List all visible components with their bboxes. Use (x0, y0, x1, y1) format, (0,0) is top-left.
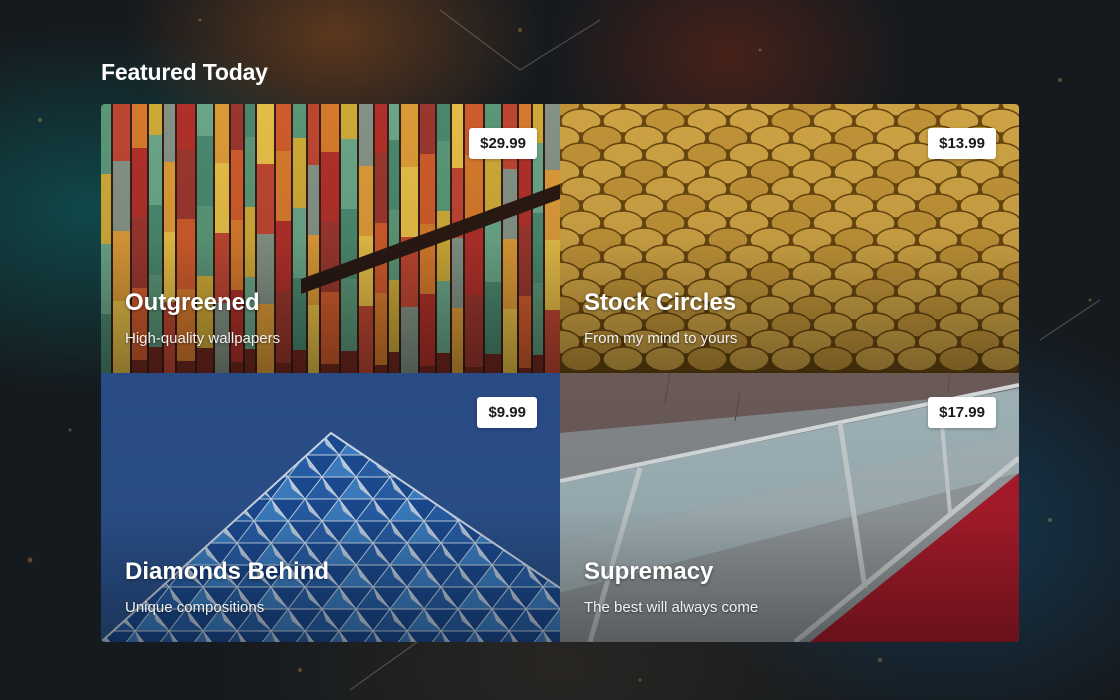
card-subtitle: From my mind to yours (584, 330, 738, 347)
featured-grid: $29.99 Outgreened High-quality wallpaper… (101, 104, 1019, 642)
card-subtitle: High-quality wallpapers (125, 330, 281, 347)
card-title[interactable]: Outgreened (125, 289, 260, 317)
card-title[interactable]: Supremacy (584, 558, 713, 586)
price-badge: $29.99 (469, 128, 537, 159)
price-badge: $9.99 (477, 397, 537, 428)
card-subtitle: The best will always come (584, 599, 759, 616)
featured-card-stock-circles[interactable]: $13.99 Stock Circles From my mind to you… (560, 104, 1019, 373)
price-badge: $13.99 (928, 128, 996, 159)
page-title: Featured Today (101, 59, 268, 85)
card-subtitle: Unique compositions (125, 599, 265, 616)
featured-card-outgreened[interactable]: $29.99 Outgreened High-quality wallpaper… (101, 104, 560, 373)
featured-card-supremacy[interactable]: $17.99 Supremacy The best will always co… (560, 373, 1019, 642)
featured-card-diamonds-behind[interactable]: $9.99 Diamonds Behind Unique composition… (101, 373, 560, 642)
card-title[interactable]: Stock Circles (584, 289, 736, 317)
price-badge: $17.99 (928, 397, 996, 428)
card-title[interactable]: Diamonds Behind (125, 558, 329, 586)
